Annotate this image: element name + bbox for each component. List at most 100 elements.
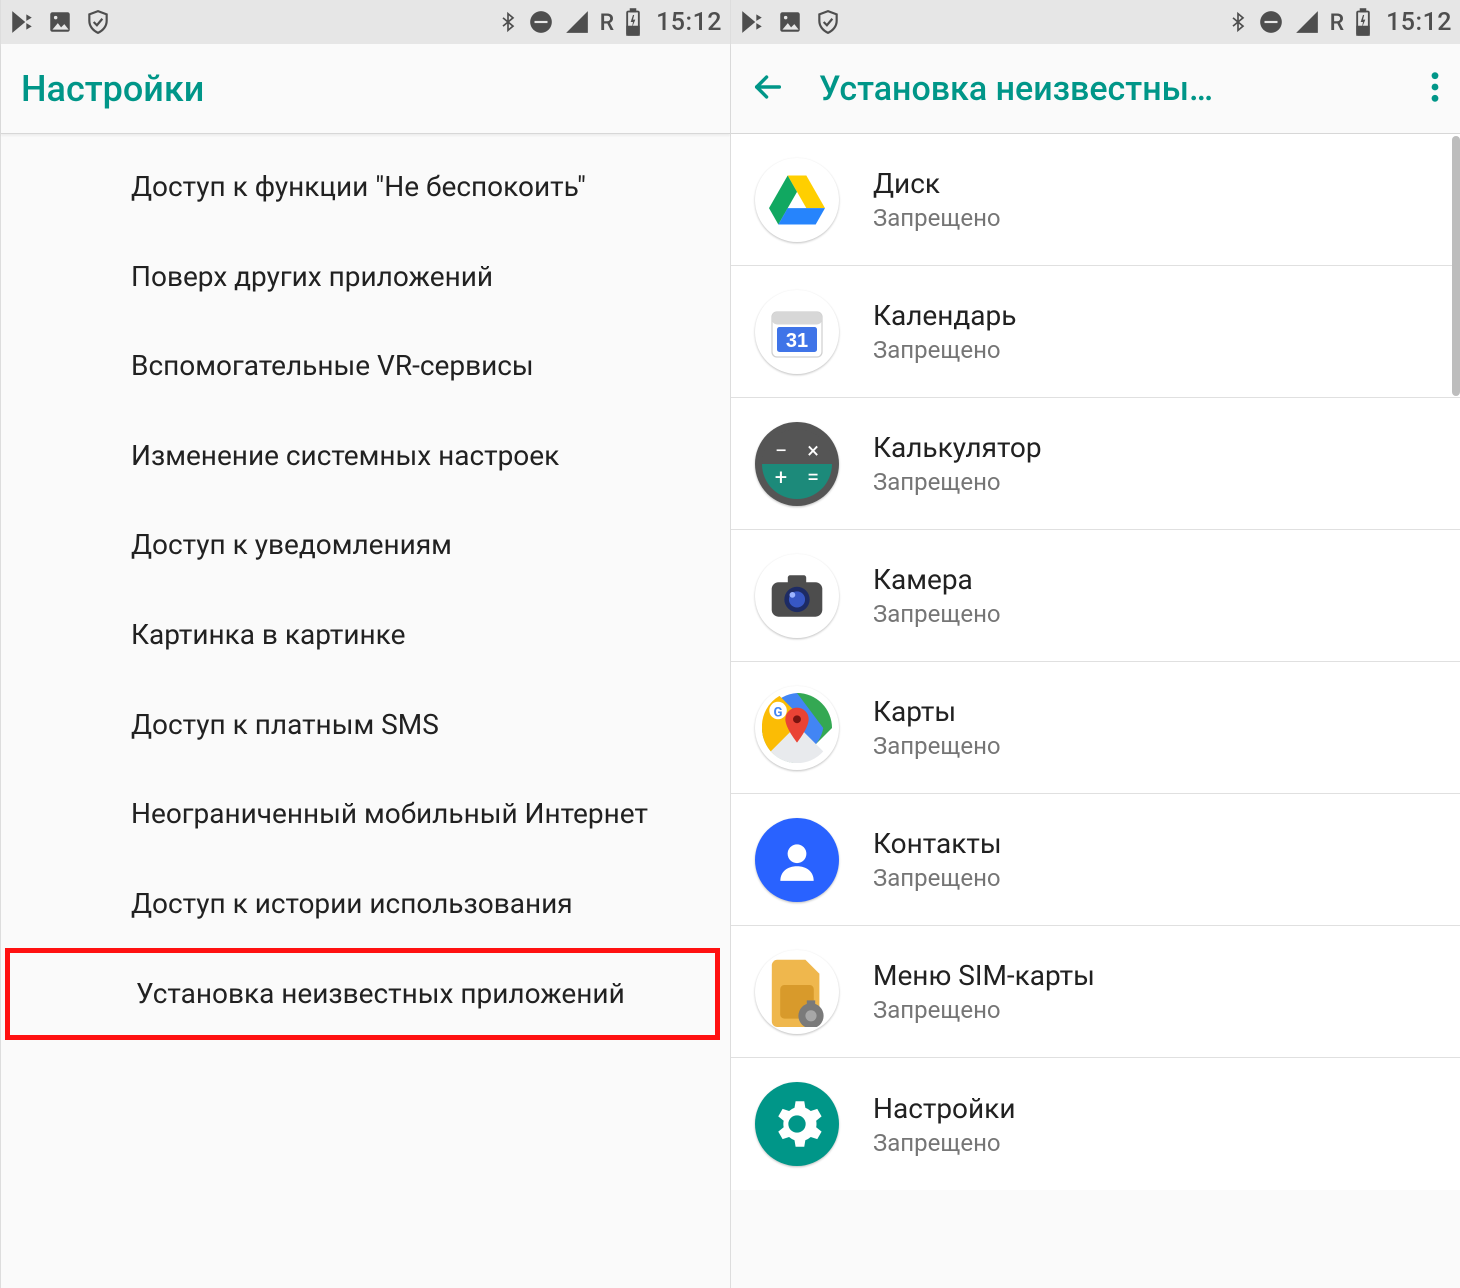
app-title: Карты: [873, 695, 1001, 728]
app-title: Календарь: [873, 299, 1016, 332]
play-store-icon: [9, 8, 35, 36]
settings-item-label: Неограниченный мобильный Интернет: [131, 797, 648, 830]
settings-item-label: Доступ к платным SMS: [131, 708, 439, 741]
shield-check-icon: [815, 8, 841, 36]
bluetooth-icon: [1228, 8, 1248, 36]
app-text: Календарь Запрещено: [873, 299, 1016, 364]
svg-text:=: =: [807, 465, 819, 490]
settings-item-pip[interactable]: Картинка в картинке: [1, 590, 730, 680]
app-row-camera[interactable]: Камера Запрещено: [731, 530, 1460, 662]
status-left: [9, 8, 111, 36]
svg-text:+: +: [775, 465, 787, 490]
app-list: Диск Запрещено 31 Календарь Запрещено: [731, 134, 1460, 1190]
app-row-maps[interactable]: G Карты Запрещено: [731, 662, 1460, 794]
signal-icon: [1294, 9, 1320, 35]
app-text: Меню SIM-карты Запрещено: [873, 959, 1095, 1024]
sim-icon: [755, 950, 839, 1034]
image-icon: [47, 9, 73, 35]
battery-icon: [1354, 8, 1372, 36]
shield-check-icon: [85, 8, 111, 36]
status-bar: R 15:12: [1, 0, 730, 44]
drive-icon: [755, 158, 839, 242]
status-right: R 15:12: [498, 8, 722, 37]
status-bar: R 15:12: [731, 0, 1460, 44]
svg-text:G: G: [774, 705, 783, 720]
app-bar-settings: Настройки: [1, 44, 730, 134]
app-status: Запрещено: [873, 468, 1042, 496]
app-row-drive[interactable]: Диск Запрещено: [731, 134, 1460, 266]
settings-item-unrestricted-data[interactable]: Неограниченный мобильный Интернет: [1, 769, 730, 859]
dnd-icon: [528, 9, 554, 35]
app-title: Камера: [873, 563, 1001, 596]
settings-item-label: Доступ к истории использования: [131, 887, 573, 920]
app-row-sim-menu[interactable]: Меню SIM-карты Запрещено: [731, 926, 1460, 1058]
settings-item-notif-access[interactable]: Доступ к уведомлениям: [1, 500, 730, 590]
calendar-icon: 31: [755, 290, 839, 374]
app-title: Настройки: [873, 1092, 1015, 1125]
settings-item-usage-access[interactable]: Доступ к истории использования: [1, 859, 730, 949]
settings-item-vr-services[interactable]: Вспомогательные VR-сервисы: [1, 321, 730, 411]
app-row-calculator[interactable]: − × + = Калькулятор Запрещено: [731, 398, 1460, 530]
app-row-settings[interactable]: Настройки Запрещено: [731, 1058, 1460, 1190]
app-row-contacts[interactable]: Контакты Запрещено: [731, 794, 1460, 926]
settings-item-modify-system[interactable]: Изменение системных настроек: [1, 411, 730, 501]
clock-label: 15:12: [656, 8, 722, 37]
settings-item-install-unknown[interactable]: Установка неизвестных приложений: [10, 953, 715, 1035]
app-text: Диск Запрещено: [873, 167, 1001, 232]
settings-item-label: Установка неизвестных приложений: [136, 977, 625, 1010]
settings-item-label: Изменение системных настроек: [131, 439, 559, 472]
overflow-menu-button[interactable]: [1430, 70, 1440, 108]
settings-list: Доступ к функции "Не беспокоить" Поверх …: [1, 134, 730, 1040]
settings-icon: [755, 1082, 839, 1166]
app-title: Калькулятор: [873, 431, 1042, 464]
settings-item-label: Картинка в картинке: [131, 618, 405, 651]
settings-item-label: Поверх других приложений: [131, 260, 493, 293]
svg-text:−: −: [775, 439, 788, 464]
app-text: Настройки Запрещено: [873, 1092, 1015, 1157]
status-right: R 15:12: [1228, 8, 1452, 37]
app-text: Камера Запрещено: [873, 563, 1001, 628]
contacts-icon: [755, 818, 839, 902]
app-title: Контакты: [873, 827, 1002, 860]
app-title: Меню SIM-карты: [873, 959, 1095, 992]
svg-text:31: 31: [786, 330, 808, 352]
image-icon: [777, 9, 803, 35]
settings-item-label: Вспомогательные VR-сервисы: [131, 349, 534, 382]
roaming-label: R: [1330, 9, 1344, 36]
settings-item-label: Доступ к функции "Не беспокоить": [131, 170, 586, 203]
roaming-label: R: [600, 9, 614, 36]
page-title: Установка неизвестны…: [819, 69, 1213, 109]
scrollbar[interactable]: [1452, 136, 1460, 396]
signal-icon: [564, 9, 590, 35]
app-status: Запрещено: [873, 864, 1002, 892]
settings-item-premium-sms[interactable]: Доступ к платным SMS: [1, 680, 730, 770]
maps-icon: G: [755, 686, 839, 770]
battery-icon: [624, 8, 642, 36]
back-button[interactable]: [751, 70, 785, 108]
app-status: Запрещено: [873, 732, 1001, 760]
settings-item-label: Доступ к уведомлениям: [131, 528, 452, 561]
bluetooth-icon: [498, 8, 518, 36]
page-title: Настройки: [21, 68, 204, 110]
svg-text:×: ×: [807, 439, 819, 464]
calculator-icon: − × + =: [755, 422, 839, 506]
app-status: Запрещено: [873, 600, 1001, 628]
app-status: Запрещено: [873, 1129, 1015, 1157]
clock-label: 15:12: [1386, 8, 1452, 37]
app-status: Запрещено: [873, 996, 1095, 1024]
camera-icon: [755, 554, 839, 638]
status-left: [739, 8, 841, 36]
app-status: Запрещено: [873, 336, 1016, 364]
app-text: Калькулятор Запрещено: [873, 431, 1042, 496]
settings-item-dnd-access[interactable]: Доступ к функции "Не беспокоить": [1, 142, 730, 232]
app-status: Запрещено: [873, 204, 1001, 232]
app-text: Контакты Запрещено: [873, 827, 1002, 892]
app-title: Диск: [873, 167, 1001, 200]
settings-item-overlay[interactable]: Поверх других приложений: [1, 232, 730, 322]
app-row-calendar[interactable]: 31 Календарь Запрещено: [731, 266, 1460, 398]
phone-right: R 15:12 Установка неизвестны… Диск Запре…: [730, 0, 1460, 1288]
play-store-icon: [739, 8, 765, 36]
phone-left: R 15:12 Настройки Доступ к функции "Не б…: [0, 0, 730, 1288]
dnd-icon: [1258, 9, 1284, 35]
app-text: Карты Запрещено: [873, 695, 1001, 760]
